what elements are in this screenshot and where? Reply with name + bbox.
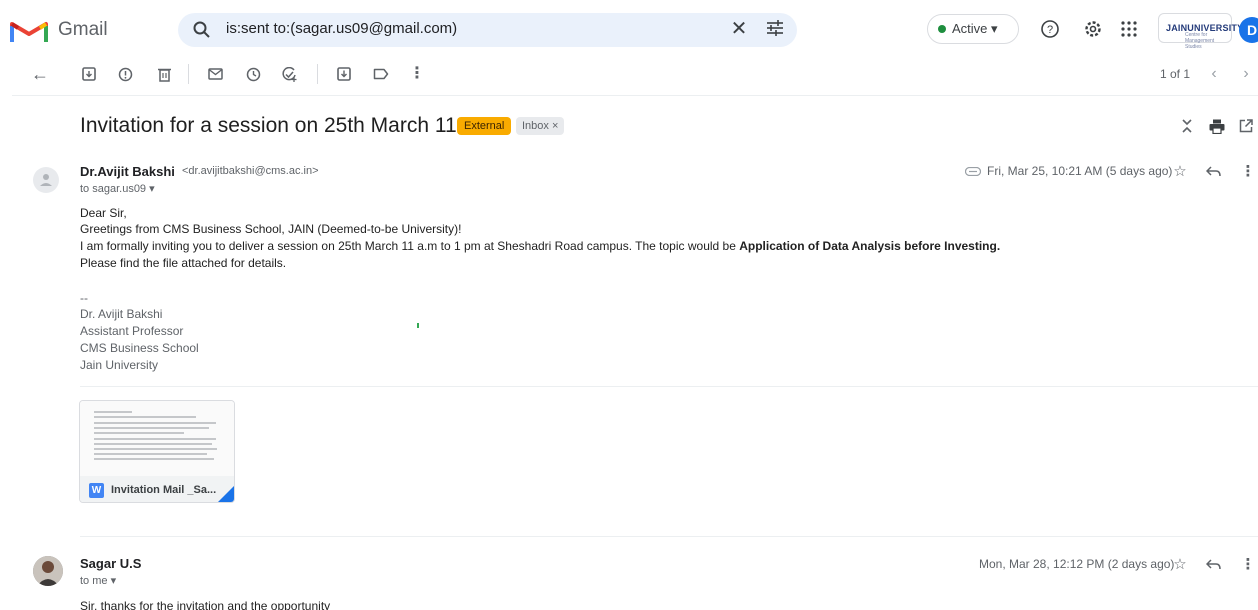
attachment-indicator-icon — [964, 164, 982, 178]
signature-school: CMS Business School — [80, 341, 199, 355]
inbox-label-badge[interactable]: Inbox × — [516, 117, 565, 135]
message-more-icon[interactable]: ⋮ — [1238, 554, 1258, 574]
message-date: Mon, Mar 28, 12:12 PM (2 days ago) — [979, 557, 1175, 571]
sender-avatar[interactable] — [33, 167, 59, 193]
signature-name: Dr. Avijit Bakshi — [80, 307, 163, 321]
back-arrow-icon[interactable]: ← — [30, 64, 50, 84]
label-icon[interactable] — [371, 64, 391, 84]
settings-gear-icon[interactable] — [1081, 17, 1105, 41]
newer-chevron-left-icon[interactable]: ‹ — [1204, 64, 1224, 84]
external-label-badge[interactable]: External — [457, 117, 512, 135]
signature-separator: -- — [80, 291, 88, 305]
status-dot — [938, 25, 946, 33]
print-icon[interactable] — [1207, 116, 1227, 136]
older-chevron-right-icon[interactable]: › — [1236, 64, 1256, 84]
google-apps-icon[interactable] — [1117, 17, 1141, 41]
reply-icon[interactable] — [1203, 161, 1223, 181]
move-to-icon[interactable] — [334, 64, 354, 84]
archive-icon[interactable] — [79, 64, 99, 84]
gmail-wordmark: Gmail — [58, 19, 108, 40]
signature-title: Assistant Professor — [80, 324, 184, 338]
account-avatar[interactable]: D — [1239, 17, 1258, 43]
mark-unread-icon[interactable] — [205, 64, 225, 84]
body-topic-bold: Application of Data Analysis before Inve… — [739, 239, 1001, 253]
search-options-tune-icon[interactable] — [764, 17, 786, 39]
svg-text:?: ? — [1047, 24, 1053, 36]
more-options-icon[interactable]: ⋮ — [407, 64, 427, 84]
toolbar-divider — [188, 64, 189, 84]
search-icon[interactable] — [190, 18, 212, 40]
cursor-artifact — [417, 323, 419, 328]
message-more-icon[interactable]: ⋮ — [1238, 161, 1258, 181]
sender-email: <dr.avijitbakshi@cms.ac.in> — [182, 165, 319, 177]
message-separator — [80, 536, 1258, 537]
status-selector[interactable]: Active ▾ — [927, 14, 1019, 44]
delete-icon[interactable] — [154, 64, 174, 84]
open-in-new-window-icon[interactable] — [1236, 116, 1256, 136]
star-icon[interactable]: ☆ — [1170, 554, 1190, 574]
attachment-filename: Invitation Mail _Sa... — [111, 484, 217, 496]
pagination-text: 1 of 1 — [1160, 67, 1191, 81]
add-to-tasks-icon[interactable] — [280, 64, 300, 84]
help-icon[interactable]: ? — [1038, 17, 1062, 41]
person-photo-icon — [33, 556, 63, 586]
clear-search-icon[interactable]: ✕ — [728, 18, 750, 40]
reply-body: Sir, thanks for the invitation and the o… — [80, 599, 331, 610]
organization-badge[interactable]: JAINUNIVERSITY Centre for Management Stu… — [1158, 13, 1243, 50]
star-icon[interactable]: ☆ — [1170, 161, 1190, 181]
sender-name[interactable]: Dr.Avijit Bakshi — [80, 164, 175, 179]
sender-name[interactable]: Sagar U.S — [80, 556, 141, 571]
gmail-logo-icon[interactable] — [10, 20, 48, 42]
person-icon — [40, 174, 52, 186]
attachment-card[interactable]: W Invitation Mail _Sa... — [79, 400, 235, 503]
body-line-1: Greetings from CMS Business School, JAIN… — [80, 222, 462, 236]
attachment-corner-fold — [218, 486, 234, 502]
message-date: Fri, Mar 25, 10:21 AM (5 days ago) — [987, 164, 1173, 178]
attachments-separator — [80, 386, 1258, 387]
organization-subtitle: Centre for Management Studies — [1185, 32, 1215, 50]
collapse-all-icon[interactable] — [1177, 116, 1197, 136]
body-line-2: I am formally inviting you to deliver a … — [80, 239, 1000, 253]
signature-university: Jain University — [80, 358, 159, 372]
body-line-2-text: I am formally inviting you to deliver a … — [80, 239, 740, 253]
search-input[interactable]: is:sent to:(sagar.us09@gmail.com) — [226, 20, 457, 37]
snooze-icon[interactable] — [243, 64, 263, 84]
reply-icon[interactable] — [1203, 554, 1223, 574]
toolbar-separator — [12, 95, 1258, 96]
attachment-footer: W Invitation Mail _Sa... — [80, 476, 234, 502]
attachment-preview — [80, 401, 234, 476]
recipient-details-toggle[interactable]: to me ▾ — [80, 574, 116, 587]
body-line-3: Please find the file attached for detail… — [80, 256, 287, 270]
word-document-icon: W — [89, 482, 104, 498]
status-label: Active ▾ — [952, 21, 998, 36]
recipient-details-toggle[interactable]: to sagar.us09 ▾ — [80, 182, 155, 195]
toolbar-divider — [317, 64, 318, 84]
thread-subject: Invitation for a session on 25th March 1… — [80, 114, 492, 137]
body-greeting: Dear Sir, — [80, 206, 127, 220]
sender-avatar-photo[interactable] — [33, 556, 63, 586]
report-spam-icon[interactable] — [115, 64, 135, 84]
